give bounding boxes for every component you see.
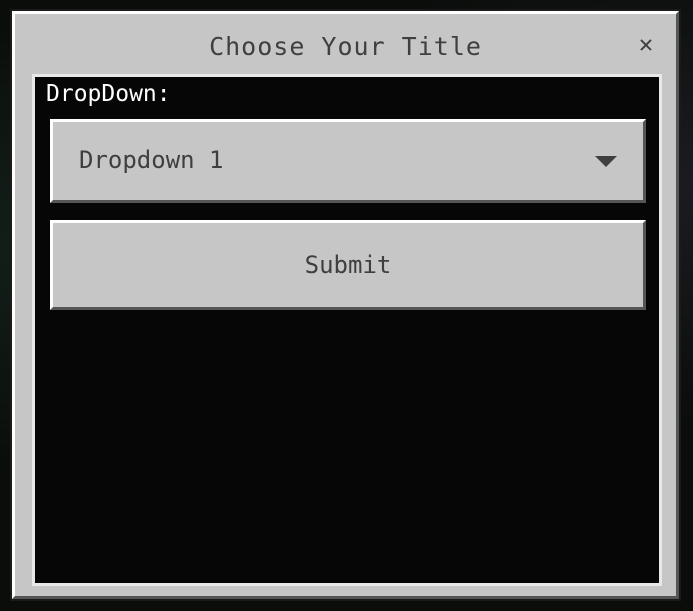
dialog-title: Choose Your Title	[209, 32, 482, 61]
chevron-down-icon	[595, 156, 617, 167]
dropdown-select[interactable]: Dropdown 1	[50, 119, 646, 203]
submit-button[interactable]: Submit	[50, 220, 646, 310]
dialog-content: DropDown: Dropdown 1 Submit	[32, 74, 662, 586]
dropdown-selected-value: Dropdown 1	[79, 146, 224, 174]
form-dialog: Choose Your Title ✕ DropDown: Dropdown 1…	[12, 11, 679, 599]
dropdown-label: DropDown:	[46, 81, 171, 107]
close-icon[interactable]: ✕	[634, 32, 658, 56]
